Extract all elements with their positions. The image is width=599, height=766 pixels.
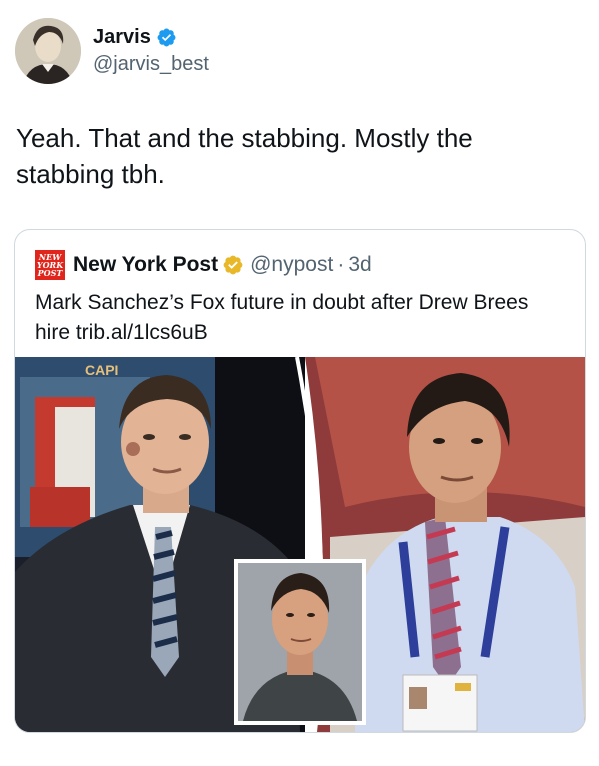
gold-verified-badge-icon [223,255,243,275]
verified-badge-icon [157,28,176,46]
avatar[interactable] [15,18,81,84]
screen-text: CAPI [85,362,118,378]
author-handle[interactable]: @jarvis_best [93,51,209,77]
quoted-tweet-image[interactable]: CAPI [15,357,585,732]
quoted-author-name[interactable]: New York Post [73,253,218,277]
dot-separator: · [337,253,345,276]
quoted-tweet-age[interactable]: 3d [348,253,371,277]
tweet-text: Yeah. That and the stabbing. Mostly the … [16,123,473,189]
author-name[interactable]: Jarvis [93,25,151,49]
nypost-logo-icon[interactable]: NEW YORK POST [35,250,65,280]
quoted-tweet-header: NEW YORK POST New York Post @nypost · 3d [35,250,372,280]
quoted-tweet-card[interactable]: NEW YORK POST New York Post @nypost · 3d… [14,229,586,733]
logo-line-3: POST [37,268,63,278]
quoted-author-handle[interactable]: @nypost [250,253,333,277]
tweet-header: Jarvis @jarvis_best [15,18,209,84]
quoted-tweet-text: Mark Sanchez’s Fox future in doubt after… [35,291,529,344]
